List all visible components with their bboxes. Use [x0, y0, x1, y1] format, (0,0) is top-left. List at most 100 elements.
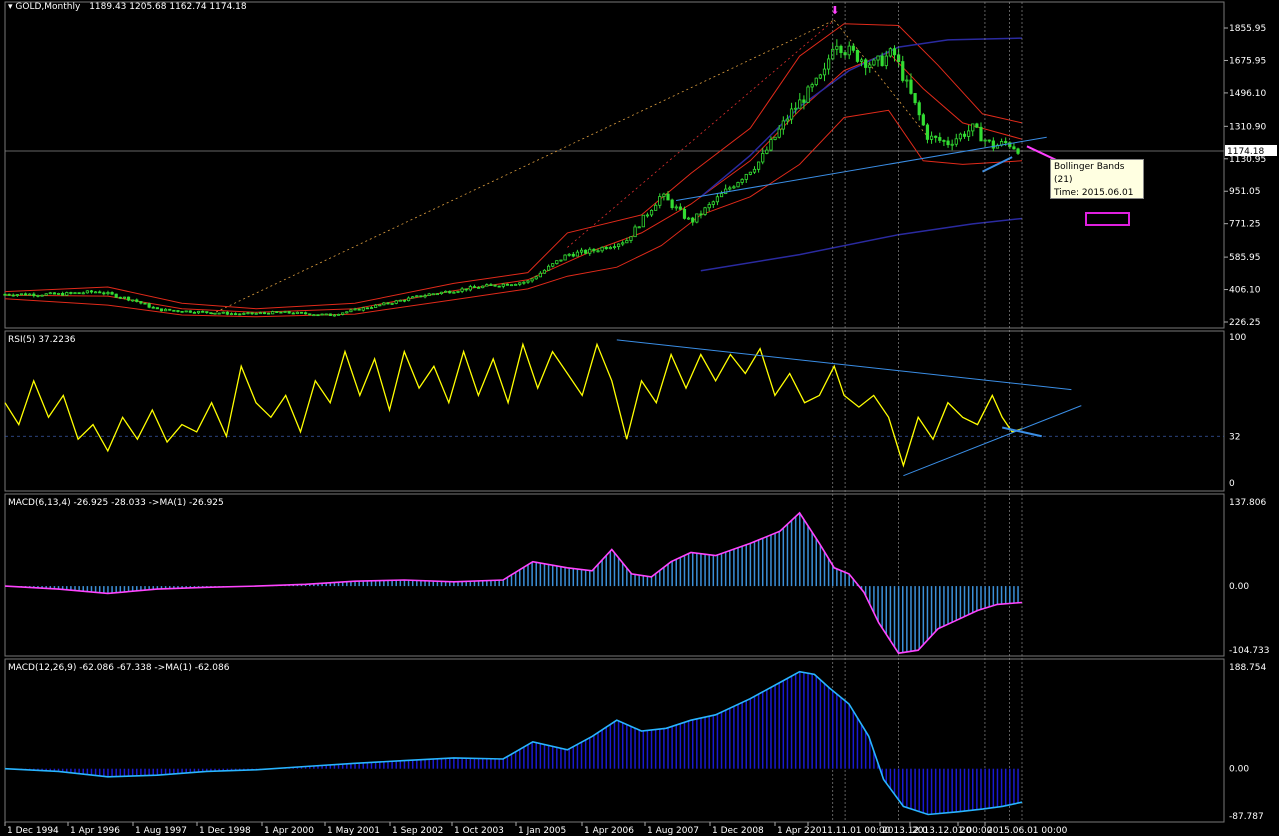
candle-body — [662, 193, 666, 197]
candle-body — [365, 307, 369, 310]
candle-body — [419, 295, 423, 298]
candle-body — [555, 260, 559, 265]
candle-body — [798, 99, 802, 109]
candle-body — [913, 93, 917, 104]
symbol-period: GOLD,Monthly — [15, 2, 81, 12]
candle-body — [283, 311, 287, 313]
peak-marker: ⬇ — [830, 4, 839, 17]
candle-body — [551, 263, 555, 267]
candle-body — [382, 302, 386, 306]
candle-body — [571, 253, 575, 257]
tooltip-value-label: Value: — [1054, 214, 1082, 224]
candle-body — [431, 293, 435, 296]
candle-body — [674, 206, 678, 209]
candle-body — [172, 309, 176, 312]
candle-body — [209, 312, 213, 315]
candle-body — [901, 61, 905, 81]
candle-body — [649, 209, 654, 216]
candle-body — [497, 285, 501, 288]
candle-body — [559, 259, 563, 262]
x-tick-label: 20 — [960, 826, 972, 836]
pane-frame-main — [4, 1, 1225, 329]
candle-body — [180, 310, 184, 313]
candle-body — [481, 285, 485, 289]
candle-body — [621, 242, 625, 245]
candle-body — [979, 126, 983, 142]
candle-body — [588, 248, 592, 254]
candle-body — [946, 140, 950, 146]
macd-fast-label: MACD(6,13,4) -26.925 -28.033 ->MA(1) -26… — [8, 498, 224, 508]
candle-body — [369, 307, 374, 309]
candle-body — [452, 291, 456, 294]
candle-body — [143, 302, 147, 305]
candle-body — [954, 138, 958, 145]
candle-body — [353, 308, 357, 311]
candle-body — [77, 292, 81, 295]
candle-body — [192, 311, 197, 314]
candle-body — [93, 291, 98, 294]
x-axis-bg — [0, 823, 1279, 836]
candle-body — [802, 99, 806, 103]
candle-body — [126, 296, 131, 301]
tooltip-title: Bollinger Bands (21) — [1054, 162, 1125, 185]
candle-body — [415, 295, 419, 298]
candle-body — [777, 128, 781, 138]
candle-body — [682, 208, 687, 219]
candle-body — [616, 243, 621, 248]
candle-body — [435, 293, 439, 296]
candle-body — [320, 313, 324, 316]
candle-body — [250, 312, 254, 315]
macd_slow-y-tick-label: 188.754 — [1229, 663, 1266, 673]
candle-body — [110, 292, 114, 295]
candle-body — [184, 310, 188, 313]
candle-body — [546, 265, 551, 271]
candle-body — [526, 280, 530, 283]
candle-body — [942, 140, 946, 142]
candle-body — [773, 136, 777, 140]
candle-body — [61, 293, 65, 296]
candle-body — [44, 293, 48, 296]
candle-body — [584, 249, 588, 254]
blue-arrow — [982, 156, 1013, 173]
candle-body — [406, 297, 411, 302]
candle-body — [917, 102, 921, 116]
candle-body — [122, 296, 127, 299]
candle-body — [864, 59, 868, 68]
candle-body — [925, 124, 930, 140]
candle-body — [794, 107, 798, 110]
y-tick-label: 951.05 — [1229, 187, 1261, 197]
x-tick-label: 2015.06.01 00:00 — [987, 826, 1068, 836]
candle-body — [279, 311, 283, 314]
candle-body — [472, 286, 477, 288]
candle-body — [324, 313, 328, 316]
candle-body — [695, 213, 699, 223]
candle-body — [7, 293, 11, 296]
candle-body — [271, 311, 275, 315]
candle-body — [221, 311, 225, 314]
candle-body — [757, 161, 761, 170]
candle-body — [411, 296, 415, 299]
candle-body — [468, 286, 472, 291]
candle-body — [73, 292, 77, 295]
x-tick-label: 1 Jan 2005 — [518, 826, 566, 836]
candle-body — [699, 213, 703, 216]
candle-body — [118, 296, 122, 299]
candle-body — [905, 79, 909, 82]
candle-body — [876, 55, 880, 61]
candle-body — [579, 249, 584, 253]
x-tick-label: 2013.12.01 00:00 — [912, 826, 993, 836]
candle-body — [476, 286, 481, 289]
ohlc-values: 1189.43 1205.68 1162.74 1174.18 — [89, 2, 247, 12]
candle-body — [715, 196, 720, 203]
candle-body — [3, 293, 7, 296]
candle-body — [670, 199, 674, 208]
candle-body — [827, 58, 831, 70]
candle-body — [600, 246, 604, 252]
chart-canvas: 1855.951675.951496.101310.901130.95951.0… — [0, 1, 1279, 836]
candle-body — [89, 290, 94, 293]
candle-body — [868, 64, 872, 68]
candle-body — [950, 143, 954, 146]
bollinger-lower — [4, 109, 1023, 318]
candle-body — [839, 45, 843, 53]
candle-body — [958, 133, 962, 140]
